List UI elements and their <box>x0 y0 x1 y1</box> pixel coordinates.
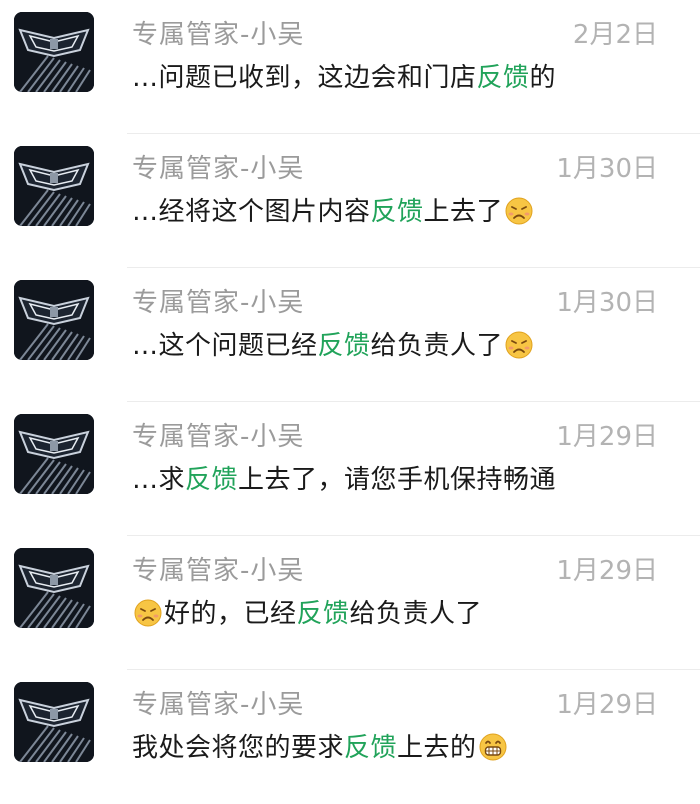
search-keyword-highlight: 反馈 <box>370 197 424 227</box>
chat-search-result-list: 专属管家-小吴 2月2日 …问题已收到，这边会和门店反馈的 专属管家-小吴 1月… <box>0 0 700 804</box>
car-grille-emblem-avatar-icon[interactable] <box>14 548 94 628</box>
chat-list-item[interactable]: 专属管家-小吴 1月29日 我处会将您的要求反馈上去的 <box>0 670 700 804</box>
contact-name: 专属管家-小吴 <box>132 422 305 452</box>
chat-list-item[interactable]: 专属管家-小吴 1月30日 …这个问题已经反馈给负责人了 <box>0 268 700 402</box>
sad-face-emoji-icon <box>504 196 534 226</box>
contact-name: 专属管家-小吴 <box>132 556 305 586</box>
contact-name: 专属管家-小吴 <box>132 20 305 50</box>
preview-text: …求 <box>132 465 186 495</box>
message-preview: 我处会将您的要求反馈上去的 <box>132 730 509 766</box>
preview-text: 给负责人了 <box>349 599 483 629</box>
car-grille-emblem-avatar-icon[interactable] <box>14 280 94 360</box>
preview-text: …经将这个图片内容 <box>132 197 371 227</box>
search-keyword-highlight: 反馈 <box>476 63 530 93</box>
chat-list-item[interactable]: 专属管家-小吴 1月30日 …经将这个图片内容反馈上去了 <box>0 134 700 268</box>
message-preview: 好的，已经反馈给负责人了 <box>132 596 482 632</box>
message-date: 2月2日 <box>572 20 658 50</box>
message-preview: …求反馈上去了，请您手机保持畅通 <box>132 462 556 498</box>
contact-name: 专属管家-小吴 <box>132 154 305 184</box>
car-grille-emblem-avatar-icon[interactable] <box>14 146 94 226</box>
search-keyword-highlight: 反馈 <box>296 599 350 629</box>
preview-text: …这个问题已经 <box>132 331 318 361</box>
car-grille-emblem-avatar-icon[interactable] <box>14 12 94 92</box>
chat-list-item[interactable]: 专属管家-小吴 1月29日 …求反馈上去了，请您手机保持畅通 <box>0 402 700 536</box>
preview-text: 上去了 <box>423 197 504 227</box>
message-date: 1月30日 <box>556 154 658 184</box>
search-keyword-highlight: 反馈 <box>344 733 398 763</box>
contact-name: 专属管家-小吴 <box>132 288 305 318</box>
message-date: 1月29日 <box>556 690 658 720</box>
search-keyword-highlight: 反馈 <box>317 331 371 361</box>
car-grille-emblem-avatar-icon[interactable] <box>14 682 94 762</box>
preview-text: 的 <box>529 63 557 93</box>
preview-text: 上去的 <box>397 733 477 763</box>
car-grille-emblem-avatar-icon[interactable] <box>14 414 94 494</box>
preview-text: 好的，已经 <box>164 599 297 629</box>
search-keyword-highlight: 反馈 <box>185 465 239 495</box>
message-date: 1月29日 <box>556 422 658 452</box>
sad-face-emoji-icon <box>133 598 163 628</box>
preview-text: …问题已收到，这边会和门店 <box>132 63 477 93</box>
message-preview: …经将这个图片内容反馈上去了 <box>132 194 535 230</box>
chat-list-item[interactable]: 专属管家-小吴 1月29日 好的，已经反馈给负责人了 <box>0 536 700 670</box>
message-preview: …问题已收到，这边会和门店反馈的 <box>132 60 556 96</box>
message-preview: …这个问题已经反馈给负责人了 <box>132 328 535 364</box>
contact-name: 专属管家-小吴 <box>132 690 305 720</box>
chat-list-item[interactable]: 专属管家-小吴 2月2日 …问题已收到，这边会和门店反馈的 <box>0 0 700 134</box>
preview-text: 上去了，请您手机保持畅通 <box>238 465 557 495</box>
message-date: 1月29日 <box>556 556 658 586</box>
grin-face-emoji-icon <box>478 732 508 762</box>
sad-face-emoji-icon <box>504 330 534 360</box>
preview-text: 给负责人了 <box>370 331 504 361</box>
message-date: 1月30日 <box>556 288 658 318</box>
preview-text: 我处会将您的要求 <box>132 733 345 763</box>
